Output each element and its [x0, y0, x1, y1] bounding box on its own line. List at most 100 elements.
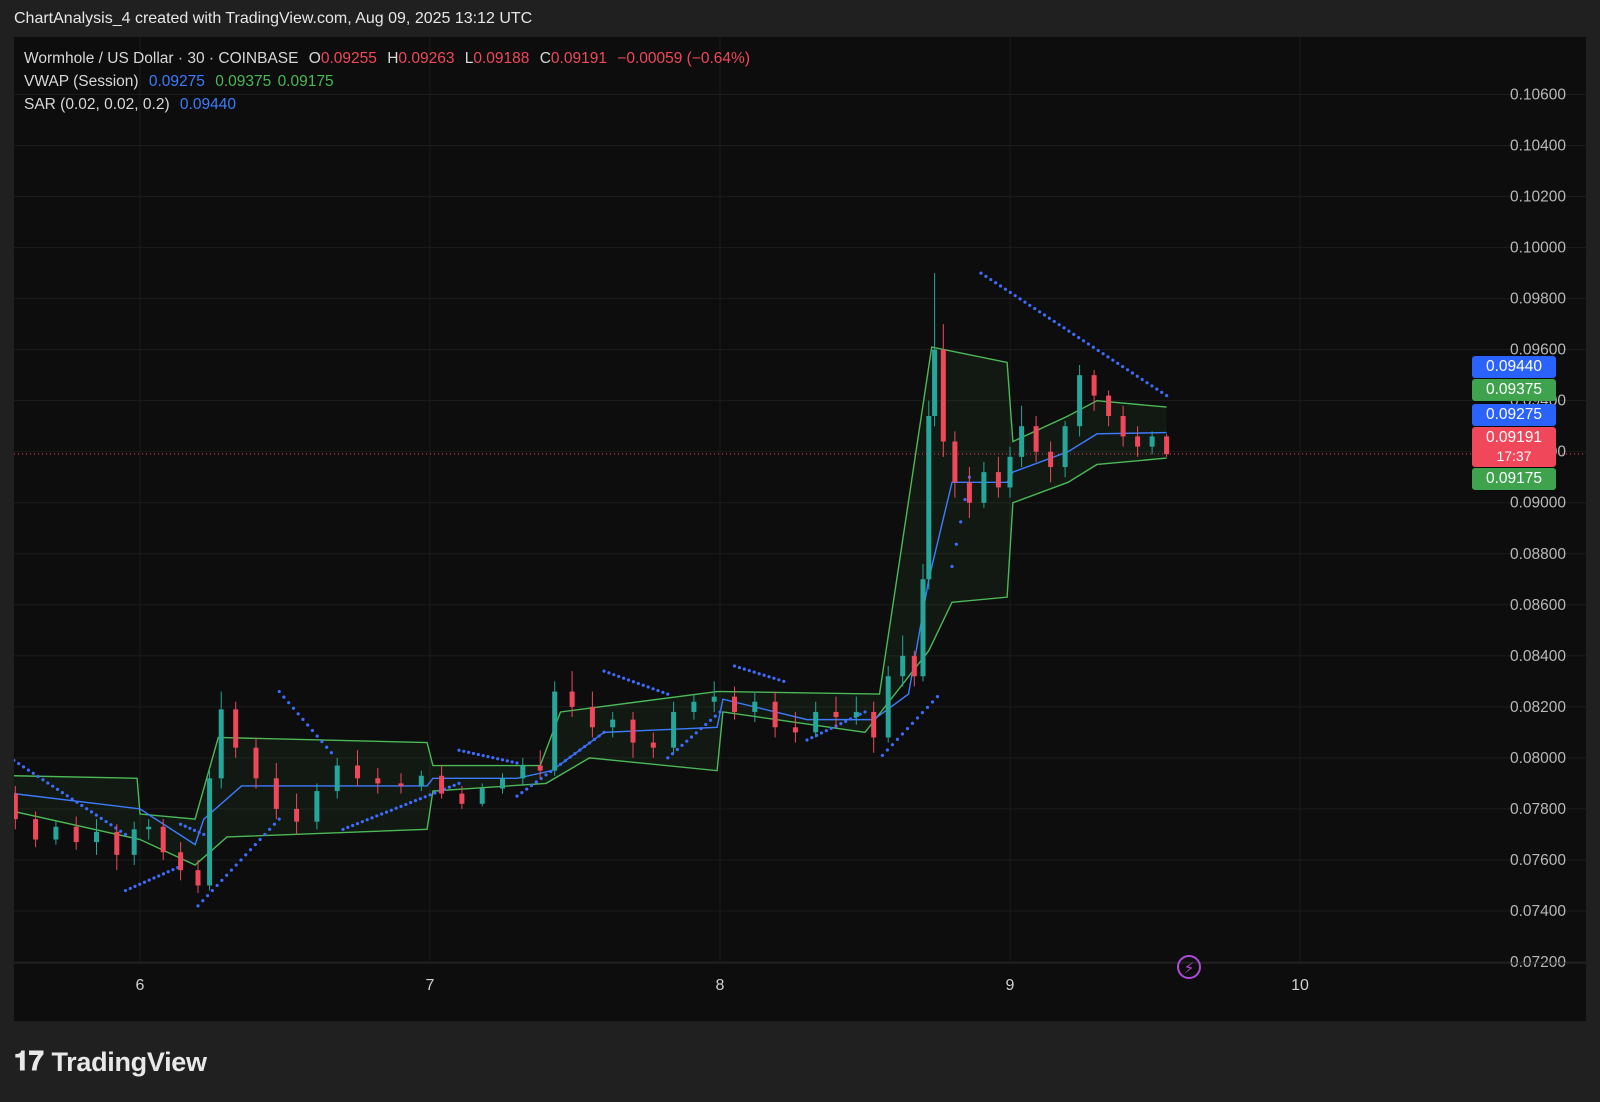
- sar-dot: [880, 753, 885, 757]
- sar-dot: [1086, 342, 1091, 346]
- sar-dot: [578, 748, 582, 752]
- candle-body: [1048, 451, 1054, 468]
- sar-dot: [612, 673, 616, 677]
- candle-body: [207, 778, 213, 886]
- sar-dot: [1081, 339, 1086, 343]
- candle-body: [885, 676, 891, 738]
- sar-dot: [404, 802, 408, 807]
- y-axis-tick-label: 0.08800: [1510, 546, 1566, 563]
- sar-dot: [481, 753, 485, 758]
- sar-dot: [210, 888, 214, 893]
- sar-dot: [99, 816, 103, 820]
- last-price-value: 0.09191: [1485, 429, 1543, 446]
- sar-dot: [1150, 384, 1154, 388]
- tradingview-logo-icon: 𝟏𝟕: [14, 1046, 44, 1076]
- price-chart[interactable]: 0.106000.104000.102000.100000.098000.096…: [14, 37, 1586, 1021]
- sar-dot: [1018, 297, 1022, 301]
- sar-dot: [229, 868, 234, 872]
- sar-dot: [1101, 352, 1105, 356]
- sar-dot: [123, 888, 128, 893]
- sar-dot: [520, 791, 524, 795]
- sar-dot: [762, 673, 766, 677]
- x-axis-tick-label: 7: [426, 977, 435, 994]
- candle-body: [691, 701, 697, 712]
- y-axis-tick-label: 0.07800: [1510, 801, 1566, 818]
- sar-dot: [529, 783, 534, 788]
- sar-dot: [394, 806, 398, 810]
- sar-dot: [1023, 300, 1027, 304]
- sar-dot: [341, 827, 345, 831]
- sar-dot: [505, 759, 509, 763]
- candle-body: [273, 778, 279, 809]
- candle-body: [792, 727, 798, 733]
- brand-name: TradingView: [51, 1046, 207, 1077]
- sar-dot: [423, 795, 427, 799]
- sar-dot: [457, 781, 461, 786]
- vwap-upper-price-badge: 0.09375: [1472, 379, 1556, 401]
- vwap-value: 0.09275: [148, 73, 205, 90]
- sar-dot: [133, 884, 137, 888]
- symbol-name[interactable]: Wormhole / US Dollar · 30 · COINBASE: [24, 50, 298, 67]
- sar-dot: [183, 824, 187, 828]
- candle-body: [981, 472, 987, 503]
- sar-dot: [839, 722, 843, 726]
- sar-dot: [824, 729, 828, 733]
- candle-body: [940, 349, 946, 442]
- tradingview-logo[interactable]: 𝟏𝟕 TradingView: [14, 1046, 207, 1078]
- sar-dot: [370, 816, 374, 820]
- sar-dot: [196, 904, 200, 908]
- sar-dot: [329, 751, 333, 755]
- sar-dot: [1096, 348, 1100, 353]
- sar-dot: [699, 727, 703, 731]
- sar-dot: [617, 674, 621, 679]
- candle-body: [73, 826, 79, 843]
- sar-dot: [534, 780, 538, 784]
- chart-area[interactable]: 0.10600 0.10400 0.10200 0.10000 0.09800 0.096…: [13, 36, 1587, 1022]
- candle-body: [853, 711, 859, 718]
- sar-dot: [296, 712, 300, 716]
- sar-dot: [320, 740, 324, 744]
- sar-dot: [708, 718, 713, 722]
- sar-dot: [950, 564, 954, 569]
- sar-dot: [220, 878, 224, 882]
- sar-dot: [471, 751, 476, 756]
- sar-dot: [138, 882, 142, 886]
- sar-row[interactable]: SAR (0.02, 0.02, 0.2) 0.09440: [24, 93, 756, 116]
- candle-body: [233, 709, 239, 748]
- attribution-text: ChartAnalysis_4 created with TradingView…: [14, 10, 533, 27]
- sar-dot: [157, 874, 161, 878]
- sar-dot: [413, 799, 418, 803]
- sar-dot: [291, 706, 296, 710]
- y-axis-tick-label: 0.07400: [1510, 903, 1566, 920]
- sar-dot: [984, 274, 988, 278]
- y-axis-tick-label: 0.09000: [1510, 495, 1566, 512]
- candle-body: [552, 691, 558, 771]
- sar-dot: [1057, 323, 1061, 327]
- sar-dot: [737, 665, 742, 670]
- sar-dot: [885, 748, 890, 752]
- candle-body: [711, 696, 717, 702]
- sar-dot: [718, 710, 722, 714]
- sar-dot: [94, 813, 98, 817]
- sar-dot: [1042, 313, 1047, 317]
- candle-body: [537, 765, 543, 771]
- sar-dot: [675, 747, 679, 752]
- sar-dot: [568, 755, 572, 759]
- sar-dot: [21, 765, 26, 769]
- vwap-row[interactable]: VWAP (Session) 0.09275 0.09375 0.09175: [24, 70, 756, 93]
- sar-dot: [525, 787, 529, 791]
- sar-dot: [602, 669, 606, 673]
- candle-body: [813, 711, 819, 733]
- candle-body: [630, 719, 636, 743]
- chart-legend: Wormhole / US Dollar · 30 · COINBASE O0.…: [24, 47, 756, 116]
- candle-body: [650, 742, 656, 748]
- lightning-icon[interactable]: ⚡: [1177, 955, 1201, 979]
- candle-body: [1033, 426, 1039, 452]
- candle-body: [146, 826, 152, 830]
- sar-dot: [277, 817, 281, 821]
- sar-dot: [51, 784, 55, 788]
- sar-dot: [433, 791, 437, 795]
- sar-dot: [1091, 345, 1095, 349]
- sar-dot: [1145, 381, 1149, 385]
- sar-dot: [447, 785, 451, 789]
